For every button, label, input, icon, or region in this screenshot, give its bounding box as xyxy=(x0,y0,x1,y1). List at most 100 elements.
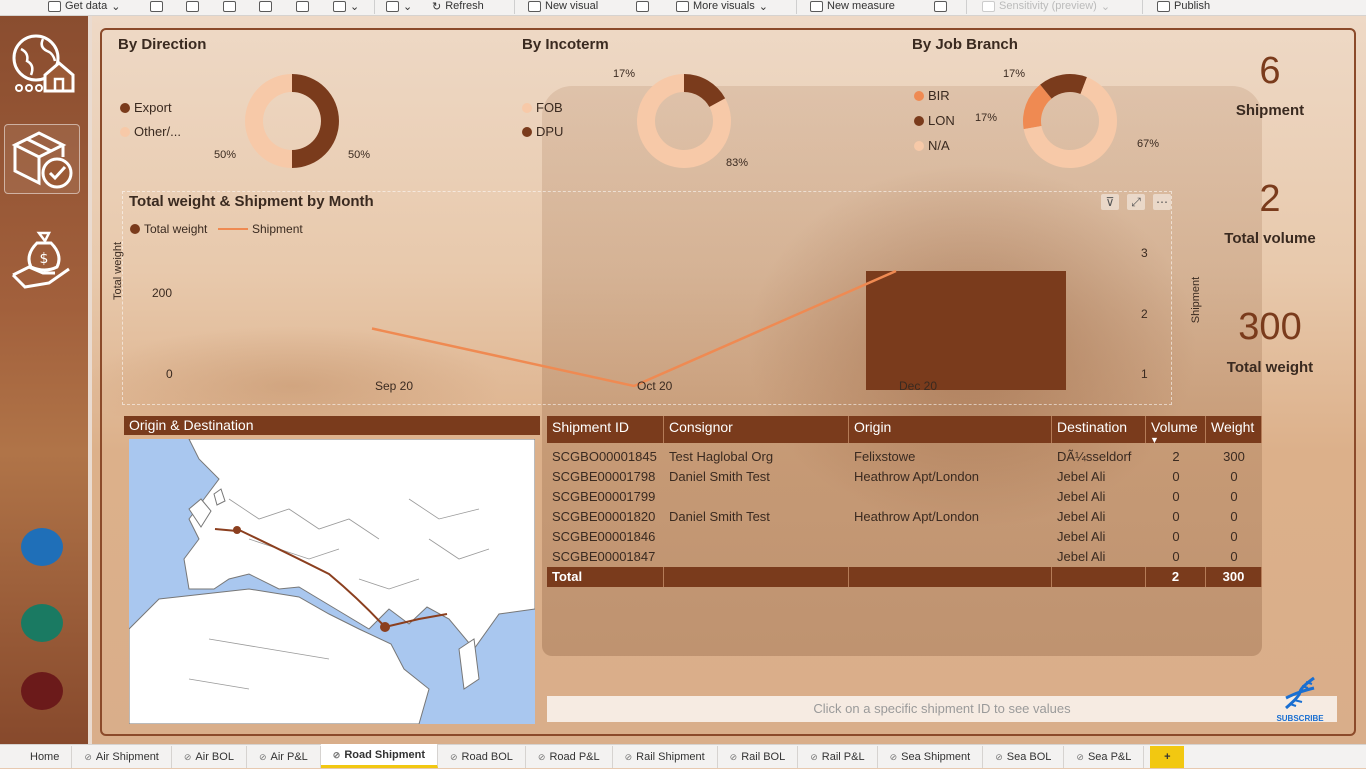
col-volume[interactable]: Volume ▼ xyxy=(1146,416,1206,445)
tab-label: Rail BOL xyxy=(741,751,786,763)
job-branch-legend-lon[interactable]: LON xyxy=(914,113,955,128)
transform-icon xyxy=(386,0,399,12)
tab-rail-p-l[interactable]: ⊘ Rail P&L xyxy=(798,746,878,768)
table-row[interactable]: SCGBE00001820 Daniel Smith Test Heathrow A… xyxy=(547,507,1262,527)
refresh-button[interactable]: ↻ Refresh xyxy=(432,0,484,14)
publish-button[interactable]: Publish xyxy=(1157,0,1210,14)
more-visuals-button[interactable]: More visuals ⌄ xyxy=(676,0,768,14)
table-cell: 0 xyxy=(1230,489,1238,504)
tab-road-p-l[interactable]: ⊘ Road P&L xyxy=(526,746,613,768)
bar-total-weight[interactable] xyxy=(866,271,1066,390)
dataverse-icon xyxy=(296,0,309,12)
table-cell: Heathrow Apt/London xyxy=(854,469,980,484)
incoterm-legend-fob[interactable]: FOB xyxy=(522,100,563,115)
tab-road-bol[interactable]: ⊘ Road BOL xyxy=(438,746,526,768)
table-cell: SCGBE00001846 xyxy=(552,529,656,544)
tab-label: Sea BOL xyxy=(1006,751,1052,763)
donut-slice[interactable] xyxy=(292,74,339,168)
data-hub-button[interactable] xyxy=(186,0,199,14)
job-branch-donut[interactable] xyxy=(1020,71,1120,171)
dataverse-button[interactable] xyxy=(296,0,309,14)
incoterm-donut[interactable] xyxy=(634,71,734,171)
tab-road-shipment[interactable]: ⊘ Road Shipment xyxy=(320,744,438,768)
job-branch-legend-bir[interactable]: BIR xyxy=(914,88,950,103)
chart-icon xyxy=(528,0,541,12)
text-box-button[interactable] xyxy=(636,0,649,14)
x-tick-oct: Oct 20 xyxy=(637,379,673,393)
col-consignor[interactable]: Consignor xyxy=(664,416,849,443)
col-origin[interactable]: Origin xyxy=(849,416,1052,443)
table-cell: 0 xyxy=(1172,509,1180,524)
recent-sources-button[interactable]: ⌄ xyxy=(333,0,359,14)
table-row[interactable]: SCGBE00001799 Jebel Ali 0 0 xyxy=(547,487,1262,507)
direction-label-left: 50% xyxy=(214,149,237,161)
donut-slice[interactable] xyxy=(245,74,292,168)
text-box-icon xyxy=(636,0,649,12)
enter-data-button[interactable] xyxy=(259,0,272,14)
tab-home[interactable]: Home xyxy=(18,746,73,768)
col-destination[interactable]: Destination xyxy=(1052,416,1146,443)
job-branch-label-left: 17% xyxy=(975,112,998,124)
direction-legend-export[interactable]: Export xyxy=(120,100,172,115)
map-graphic xyxy=(129,439,535,724)
ribbon-separator xyxy=(966,0,967,14)
tab-rail-bol[interactable]: ⊘ Rail BOL xyxy=(718,746,799,768)
new-visual-button[interactable]: New visual xyxy=(528,0,598,14)
legend-marker xyxy=(914,115,924,126)
combo-chart[interactable] xyxy=(122,191,1172,405)
table-cell: 0 xyxy=(1230,509,1238,524)
total-weight: 300 xyxy=(1206,567,1262,587)
tab-label: Air P&L xyxy=(270,751,308,763)
subscribe-badge[interactable]: SUBSCRIBE xyxy=(1272,676,1328,724)
nav-shipment-button[interactable] xyxy=(4,124,80,194)
dna-icon xyxy=(1285,676,1315,710)
table-cell: Jebel Ali xyxy=(1057,509,1106,524)
table-cell: 0 xyxy=(1172,549,1180,564)
col-shipment-id[interactable]: Shipment ID xyxy=(547,416,664,443)
table-header: Shipment ID Consignor Origin Destination… xyxy=(547,416,1262,445)
tab-air-bol[interactable]: ⊘ Air BOL xyxy=(172,746,247,768)
nav-home-button[interactable] xyxy=(4,28,80,98)
new-measure-button[interactable]: New measure xyxy=(810,0,895,14)
table-cell: 300 xyxy=(1223,449,1245,464)
refresh-icon: ↻ xyxy=(432,0,442,13)
excel-button[interactable] xyxy=(150,0,163,14)
calculator-icon xyxy=(810,0,823,12)
nav-bookmark-red[interactable] xyxy=(21,672,63,710)
package-check-icon xyxy=(11,131,73,189)
transform-data-button[interactable]: ⌄ xyxy=(386,0,412,14)
direction-donut[interactable] xyxy=(242,71,342,171)
table-cell: SCGBE00001798 xyxy=(552,469,656,484)
tab-rail-shipment[interactable]: ⊘ Rail Shipment xyxy=(613,746,718,768)
tab-air-shipment[interactable]: ⊘ Air Shipment xyxy=(72,746,172,768)
nav-bookmark-green[interactable] xyxy=(21,604,63,642)
legend-marker xyxy=(914,90,924,101)
table-row[interactable]: SCGBE00001847 Jebel Ali 0 0 xyxy=(547,547,1262,567)
tab-air-p-l[interactable]: ⊘ Air P&L xyxy=(247,746,321,768)
tab-sea-bol[interactable]: ⊘ Sea BOL xyxy=(983,746,1065,768)
col-weight[interactable]: Weight xyxy=(1206,416,1262,443)
table-row[interactable]: SCGBE00001846 Jebel Ali 0 0 xyxy=(547,527,1262,547)
sensitivity-button[interactable]: Sensitivity (preview) ⌄ xyxy=(982,0,1110,14)
tab-sea-shipment[interactable]: ⊘ Sea Shipment xyxy=(878,746,984,768)
y-left-tick-200: 200 xyxy=(152,286,173,300)
quick-measure-button[interactable] xyxy=(934,0,947,14)
line-shipment[interactable] xyxy=(371,269,897,388)
y-left-tick-0: 0 xyxy=(166,367,173,381)
table-cell: SCGBE00001847 xyxy=(552,549,656,564)
sql-button[interactable] xyxy=(223,0,236,14)
table-body: SCGBO00001845 Test Haglobal Org Felixstowe… xyxy=(547,447,1262,567)
job-branch-label-top: 17% xyxy=(1003,68,1026,80)
hint-textbox: Click on a specific shipment ID to see v… xyxy=(547,696,1337,722)
tab-sea-p-l[interactable]: ⊘ Sea P&L xyxy=(1064,746,1145,768)
table-row[interactable]: SCGBE00001798 Daniel Smith Test Heathrow A… xyxy=(547,467,1262,487)
get-data-button[interactable]: Get data ⌄ xyxy=(48,0,120,14)
nav-bookmark-blue[interactable] xyxy=(21,528,63,566)
nav-finance-button[interactable]: $ xyxy=(4,224,80,294)
origin-destination-map[interactable] xyxy=(129,439,535,724)
job-branch-legend-na[interactable]: N/A xyxy=(914,138,950,153)
incoterm-legend-dpu[interactable]: DPU xyxy=(522,124,563,139)
chevron-down-icon: ⌄ xyxy=(111,0,121,13)
direction-legend-other[interactable]: Other/... xyxy=(120,124,181,139)
add-page-button[interactable]: + xyxy=(1150,746,1185,768)
